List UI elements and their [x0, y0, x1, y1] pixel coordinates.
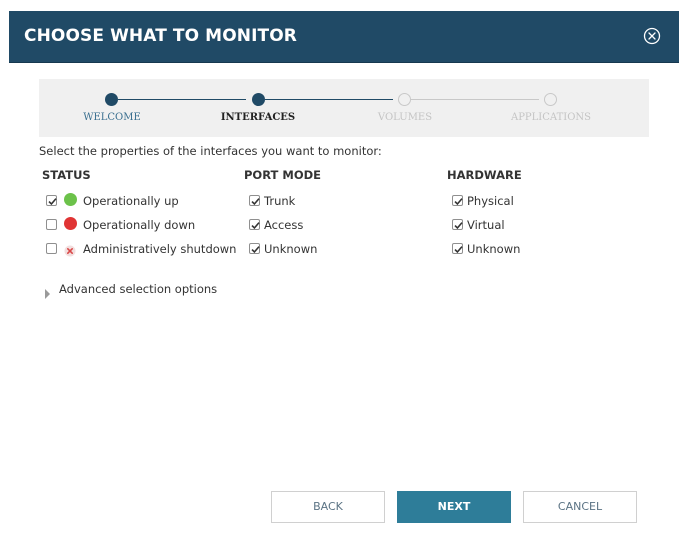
option-label: Administratively shutdown	[83, 242, 237, 256]
option-label: Access	[264, 218, 304, 232]
checkbox[interactable]	[249, 195, 260, 206]
checkbox[interactable]	[249, 243, 260, 254]
next-button[interactable]: NEXT	[397, 491, 511, 523]
step-welcome-label[interactable]: WELCOME	[42, 112, 182, 123]
choose-monitor-dialog: CHOOSE WHAT TO MONITOR WELCOME INTERFACE…	[0, 0, 689, 534]
option-label: Virtual	[467, 218, 505, 232]
step-volumes-dot	[398, 93, 411, 106]
intro-text: Select the properties of the interfaces …	[39, 144, 382, 158]
red-x-icon	[64, 242, 76, 257]
option-label: Trunk	[264, 194, 296, 208]
red-dot-icon	[64, 217, 77, 230]
caret-right-icon	[45, 284, 51, 303]
step-connector	[411, 99, 539, 100]
step-connector	[118, 99, 246, 100]
advanced-selection-label: Advanced selection options	[59, 282, 218, 296]
checkbox[interactable]	[46, 243, 57, 254]
cancel-button[interactable]: CANCEL	[523, 491, 637, 523]
hardware-heading: HARDWARE	[447, 168, 522, 182]
close-icon[interactable]	[643, 27, 661, 45]
back-button[interactable]: BACK	[271, 491, 385, 523]
step-applications-label: APPLICATIONS	[510, 112, 591, 123]
option-label: Unknown	[264, 242, 318, 256]
dialog-header: CHOOSE WHAT TO MONITOR	[9, 11, 679, 63]
checkbox[interactable]	[452, 195, 463, 206]
option-label: Operationally up	[83, 194, 179, 208]
checkbox[interactable]	[46, 195, 57, 206]
option-label: Physical	[467, 194, 514, 208]
option-label: Operationally down	[83, 218, 196, 232]
checkbox[interactable]	[452, 243, 463, 254]
step-welcome-dot[interactable]	[105, 93, 118, 106]
step-interfaces-dot	[252, 93, 265, 106]
checkbox[interactable]	[249, 219, 260, 230]
checkbox[interactable]	[46, 219, 57, 230]
green-dot-icon	[64, 193, 77, 206]
step-applications-dot	[544, 93, 557, 106]
checkbox[interactable]	[452, 219, 463, 230]
step-connector	[265, 99, 393, 100]
step-volumes-label: VOLUMES	[377, 112, 433, 123]
wizard-stepper: WELCOME INTERFACES VOLUMES APPLICATIONS	[39, 79, 649, 137]
dialog-title: CHOOSE WHAT TO MONITOR	[24, 26, 297, 46]
step-interfaces-label: INTERFACES	[220, 112, 296, 123]
option-label: Unknown	[467, 242, 521, 256]
status-heading: STATUS	[42, 168, 91, 182]
port-mode-heading: PORT MODE	[244, 168, 322, 182]
